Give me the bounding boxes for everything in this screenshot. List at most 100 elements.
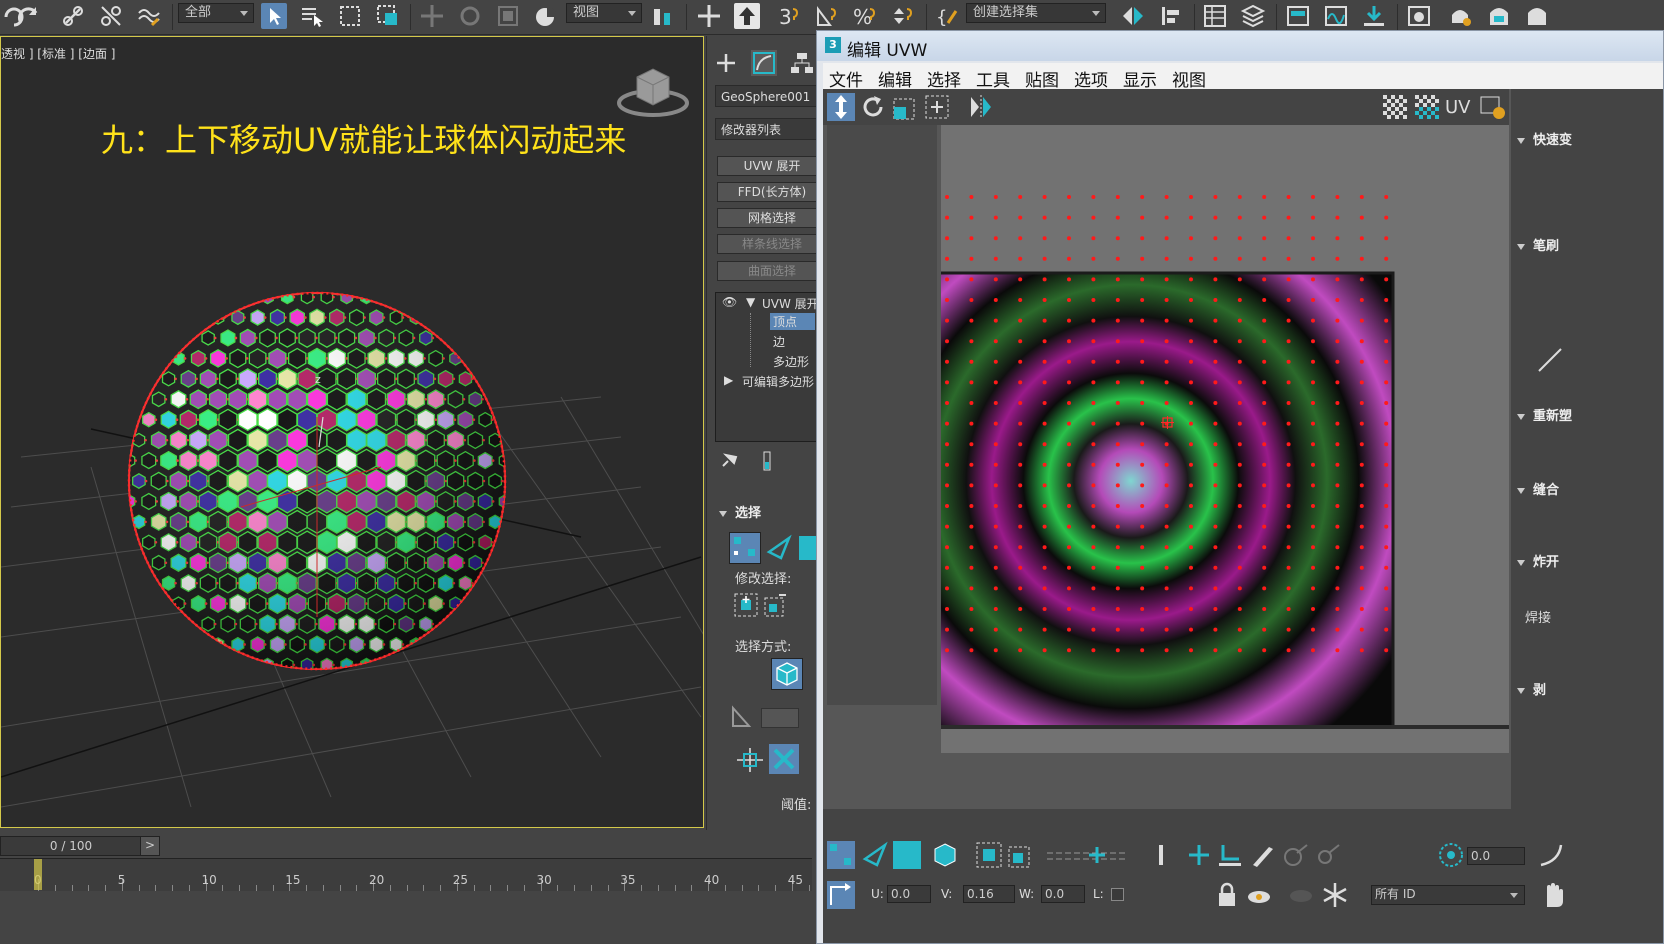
falloff-curve-icon[interactable] [1537,841,1565,869]
uv-vertex[interactable] [1115,318,1120,323]
uv-vertex[interactable] [1042,298,1047,302]
uv-vertex[interactable] [1237,442,1242,447]
uv-vertex[interactable] [1262,545,1267,550]
selection-rollout-header[interactable]: 选择 [719,502,761,521]
uv-vertex[interactable] [969,215,974,220]
uv-vertex[interactable] [969,462,974,467]
uv-vertex[interactable] [1384,339,1389,344]
uv-vertex[interactable] [945,339,949,344]
uv-vertex[interactable] [969,504,974,508]
uv-vertex[interactable] [1213,318,1218,323]
uv-vertex[interactable] [1042,524,1047,529]
render-setup-icon[interactable] [1448,3,1474,29]
select-by-name-icon[interactable] [299,3,325,29]
perspective-viewport[interactable]: 透视 ] [标准 ] [边面 ] 九：上下移动UV就能让球体闪动起来 z [0,36,704,828]
uv-vertex[interactable] [1237,545,1242,550]
uv-vertex[interactable] [1042,339,1047,344]
uv-vertex[interactable] [969,483,974,488]
checker-pattern-icon[interactable] [1413,93,1441,121]
uv-vertex[interactable] [969,586,974,591]
uv-vertex[interactable] [1067,339,1071,344]
uv-vertex[interactable] [1140,545,1145,550]
uv-vertex[interactable] [1189,462,1193,467]
uv-vertex[interactable] [1042,421,1047,426]
uv-vertex[interactable] [969,195,974,199]
uv-vertex[interactable] [1262,565,1267,570]
uv-vertex[interactable] [1213,607,1218,611]
uv-vertex[interactable] [1091,648,1096,653]
uv-vertex[interactable] [1042,277,1047,282]
window-crossing-icon[interactable] [375,3,401,29]
uv-vertex[interactable] [1359,545,1364,550]
uv-vertex[interactable] [1335,607,1340,611]
eye-icon[interactable]: 👁 [722,295,737,309]
mirror-icon[interactable] [1120,3,1146,29]
angle-snap-icon[interactable] [814,3,840,29]
uv-vertex[interactable] [1042,545,1047,550]
uv-vertex[interactable] [945,607,949,611]
quick-transform-section[interactable]: 快速变 [1517,129,1572,148]
uv-vertex[interactable] [1164,339,1169,344]
uv-vertex[interactable] [1067,277,1071,282]
uv-vertex[interactable] [1189,648,1193,653]
uv-vertex[interactable] [1335,627,1340,632]
uv-vertex[interactable] [1335,298,1340,302]
uv-vertex[interactable] [1311,565,1315,570]
rendered-frame-window-icon[interactable] [1486,3,1512,29]
uv-vertex[interactable] [1213,545,1218,550]
uv-vertex[interactable] [945,504,949,508]
uv-vertex[interactable] [1384,277,1389,282]
uv-vertex[interactable] [993,380,998,385]
uv-vertex[interactable] [1091,236,1096,241]
uv-vertex[interactable] [1311,483,1315,488]
material-editor-icon[interactable] [1406,3,1432,29]
uv-vertex[interactable] [1359,359,1364,364]
uv-vertex[interactable] [1286,339,1291,344]
uv-vertex[interactable] [1189,359,1193,364]
uv-vertex[interactable] [1262,648,1267,653]
uv-vertex[interactable] [1067,256,1071,261]
uv-vertex[interactable] [1091,195,1096,199]
uv-vertex[interactable] [1286,504,1291,508]
uv-vertex[interactable] [1140,339,1145,344]
uv-vertex[interactable] [1311,462,1315,467]
uv-vertex[interactable] [1164,401,1169,405]
menu-edit[interactable]: 编辑 [878,66,912,91]
uv-vertex[interactable] [1286,586,1291,591]
uv-vertex[interactable] [1384,524,1389,529]
uv-vertex[interactable] [1018,648,1023,653]
uv-vertex[interactable] [1042,565,1047,570]
uv-vertex[interactable] [1018,195,1023,199]
uv-vertex[interactable] [1067,380,1071,385]
uv-vertex[interactable] [1335,545,1340,550]
uvw-unwrap-button[interactable]: UVW 展开 [717,156,819,176]
uv-vertex[interactable] [1213,565,1218,570]
uv-vertex[interactable] [1115,483,1120,488]
pin-stack-icon[interactable] [719,450,739,470]
select-by-element-icon[interactable] [771,658,803,690]
uv-vertex[interactable] [969,318,974,323]
uv-vertex[interactable] [1335,462,1340,467]
grow-uv-selection-icon[interactable] [975,841,1003,869]
uv-vertex[interactable] [945,545,949,550]
uv-vertex[interactable] [1091,318,1096,323]
uv-vertex[interactable] [1189,318,1193,323]
uv-vertex[interactable] [1164,524,1169,529]
uv-vertex[interactable] [1359,586,1364,591]
uv-vertex[interactable] [1359,565,1364,570]
uv-vertex[interactable] [1067,627,1071,632]
uv-vertex[interactable] [1164,195,1169,199]
uv-vertex[interactable] [1140,256,1145,261]
uv-vertex[interactable] [969,380,974,385]
uv-vertex[interactable] [1286,627,1291,632]
uv-vertex[interactable] [1286,421,1291,426]
uv-vertex[interactable] [1237,339,1242,344]
uv-vertex[interactable] [1237,627,1242,632]
collapse-triangle-icon[interactable]: ▶ [724,373,733,387]
uv-vertex[interactable] [1091,483,1096,488]
uv-vertex[interactable] [1140,359,1145,364]
hide-unselected-icon[interactable] [1245,881,1273,909]
uv-vertex[interactable] [1262,524,1267,529]
surface-select-button[interactable]: 曲面选择 [717,261,819,281]
uv-vertex[interactable] [945,442,949,447]
